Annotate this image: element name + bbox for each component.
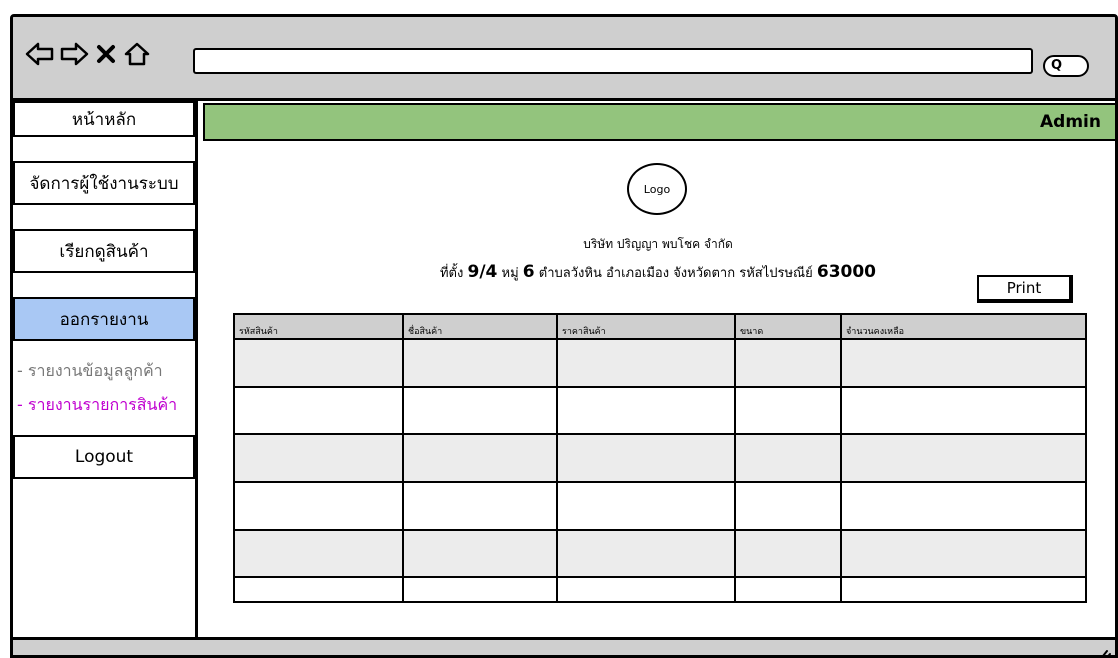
browser-window: Q หน้าหลัก จัดการผู้ใช้งานระบบ เรียกดูสิ… xyxy=(10,14,1118,658)
logout-button[interactable]: Logout xyxy=(13,435,195,479)
sidebar-sublink-customer-report[interactable]: - รายงานข้อมูลลูกค้า xyxy=(17,359,163,384)
table-row xyxy=(235,529,1085,579)
forward-arrow-icon[interactable] xyxy=(59,41,89,67)
table-cell xyxy=(841,434,1085,483)
product-report-table: รหัสสินค้า ชื่อสินค้า ราคาสินค้า ขนาด จำ… xyxy=(233,313,1087,603)
company-name: บริษัท ปริญญา พบโชค จำกัด xyxy=(583,237,733,251)
company-logo: Logo xyxy=(627,163,687,215)
table-cell xyxy=(403,434,558,483)
table-cell xyxy=(735,386,842,436)
table-cell xyxy=(735,577,842,601)
moo-label: หมู่ xyxy=(501,266,519,281)
table-cell xyxy=(841,577,1085,601)
sidebar-sublink-product-report[interactable]: - รายงานรายการสินค้า xyxy=(17,393,177,418)
table-cell xyxy=(403,529,558,579)
moo-number: 6 xyxy=(522,262,535,282)
sidebar-item-home[interactable]: หน้าหลัก xyxy=(13,101,195,137)
address-rest: ตำบลวังหิน อำเภอเมือง จังหวัดตาก รหัสไปร… xyxy=(538,266,813,281)
table-cell xyxy=(557,529,736,579)
address-prefix: ที่ตั้ง xyxy=(439,266,464,281)
table-cell xyxy=(235,339,404,388)
table-row xyxy=(235,577,1085,601)
table-cell xyxy=(557,386,736,436)
table-cell xyxy=(735,481,842,531)
header-bar: Admin xyxy=(203,103,1115,141)
table-cell xyxy=(557,434,736,483)
table-cell xyxy=(557,577,736,601)
back-arrow-icon[interactable] xyxy=(25,41,55,67)
table-cell xyxy=(557,481,736,531)
table-row xyxy=(235,386,1085,436)
table-header-row: รหัสสินค้า ชื่อสินค้า ราคาสินค้า ขนาด จำ… xyxy=(235,315,1085,340)
column-header-size: ขนาด xyxy=(735,315,842,340)
table-row xyxy=(235,434,1085,483)
column-header-product-name: ชื่อสินค้า xyxy=(403,315,558,340)
table-cell xyxy=(735,434,842,483)
column-header-stock-remaining: จำนวนคงเหลือ xyxy=(841,315,1085,340)
user-label[interactable]: Admin xyxy=(1040,112,1101,132)
sidebar-item-view-products[interactable]: เรียกดูสินค้า xyxy=(13,229,195,273)
table-cell xyxy=(403,577,558,601)
column-header-product-code: รหัสสินค้า xyxy=(235,315,404,340)
table-cell xyxy=(403,386,558,436)
house-number: 9/4 xyxy=(467,262,498,282)
sidebar: หน้าหลัก จัดการผู้ใช้งานระบบ เรียกดูสินค… xyxy=(13,101,198,641)
postcode: 63000 xyxy=(816,262,877,282)
table-cell xyxy=(841,339,1085,388)
close-icon[interactable] xyxy=(95,41,117,67)
print-button[interactable]: Print xyxy=(977,275,1073,303)
search-button[interactable]: Q xyxy=(1043,55,1089,77)
table-cell xyxy=(235,529,404,579)
column-header-product-price: ราคาสินค้า xyxy=(557,315,736,340)
table-cell xyxy=(403,339,558,388)
search-icon: Q xyxy=(1051,58,1063,73)
logo-label: Logo xyxy=(643,182,671,196)
sidebar-item-user-management[interactable]: จัดการผู้ใช้งานระบบ xyxy=(13,161,195,205)
home-icon[interactable] xyxy=(123,41,151,67)
sidebar-item-reports[interactable]: ออกรายงาน xyxy=(13,297,195,341)
table-cell xyxy=(841,386,1085,436)
company-address: ที่ตั้ง 9/4 หมู่ 6 ตำบลวังหิน อำเภอเมือง… xyxy=(313,262,1003,283)
browser-toolbar: Q xyxy=(13,17,1115,101)
table-cell xyxy=(235,481,404,531)
table-cell xyxy=(557,339,736,388)
table-cell xyxy=(403,481,558,531)
table-cell xyxy=(235,386,404,436)
table-cell xyxy=(235,577,404,601)
table-cell xyxy=(841,481,1085,531)
resize-grip-icon[interactable] xyxy=(1095,646,1111,658)
url-input[interactable] xyxy=(193,48,1033,74)
table-cell xyxy=(735,339,842,388)
table-cell xyxy=(235,434,404,483)
status-bar xyxy=(13,637,1115,658)
table-cell xyxy=(841,529,1085,579)
table-cell xyxy=(735,529,842,579)
table-row xyxy=(235,481,1085,531)
table-row xyxy=(235,339,1085,388)
